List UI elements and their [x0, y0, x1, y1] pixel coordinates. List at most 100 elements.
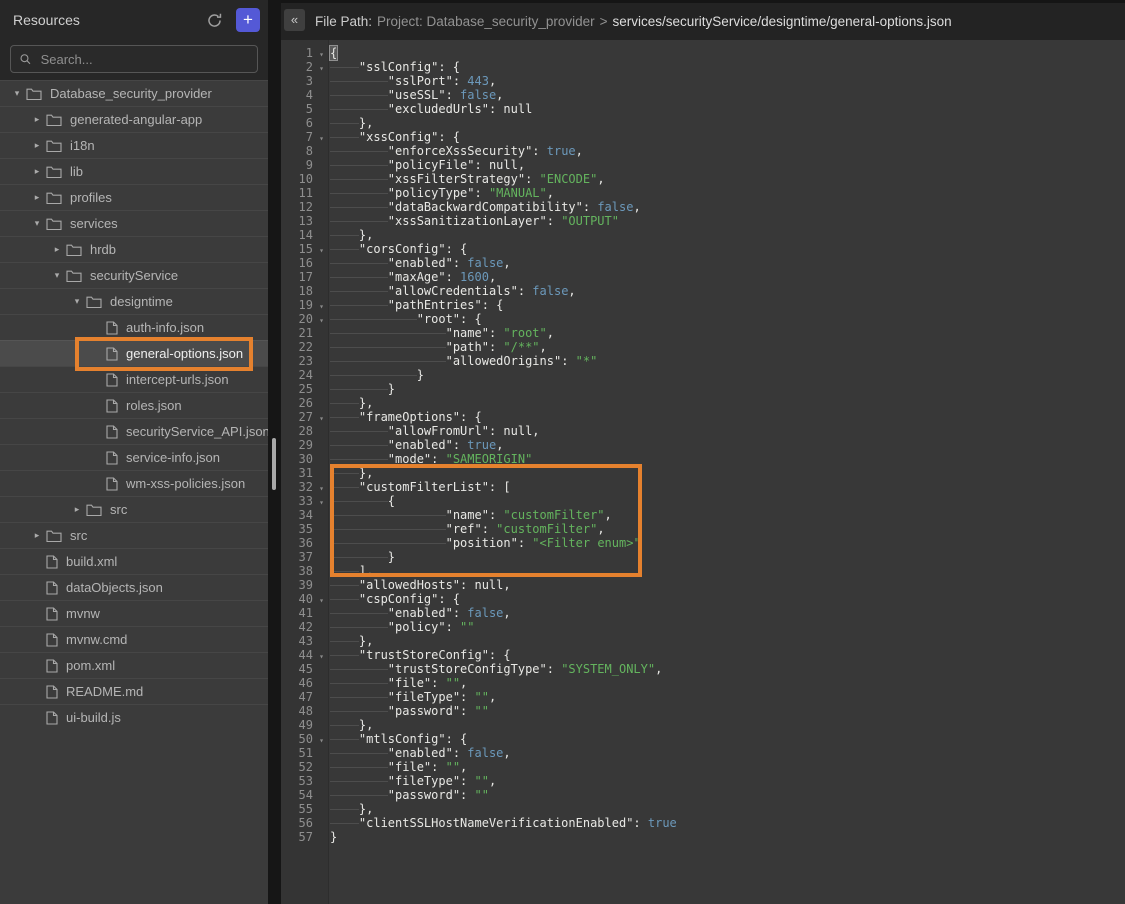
tree-item-profiles[interactable]: ▸profiles	[0, 184, 268, 210]
code-token: "file":	[388, 760, 446, 774]
tree-item-dataobjects-json[interactable]: dataObjects.json	[0, 574, 268, 600]
code-line: 5 "excludedUrls": null	[281, 102, 1125, 116]
chevron-right-icon[interactable]: ▸	[48, 244, 66, 255]
code-token: "fileType":	[388, 774, 475, 788]
tree-item-securityservice-api-json[interactable]: securityService_API.json	[0, 418, 268, 444]
code-token: "cspConfig": {	[359, 592, 460, 606]
indent-guide	[330, 578, 359, 592]
indent-guide	[330, 284, 388, 298]
line-number: 29	[281, 438, 313, 452]
file-icon	[46, 659, 58, 673]
indent-guide	[330, 256, 388, 270]
code-line: 41"enabled": false,	[281, 606, 1125, 620]
file-icon	[106, 373, 118, 387]
tree-item-hrdb[interactable]: ▸hrdb	[0, 236, 268, 262]
code-token: ,	[460, 760, 467, 774]
chevron-right-icon[interactable]: ▸	[28, 114, 46, 125]
code-editor[interactable]: 1▾{2▾"sslConfig": {3"sslPort": 443,4"use…	[281, 40, 1125, 904]
code-line: 57}	[281, 830, 1125, 844]
tree-item-general-options-json[interactable]: general-options.json	[0, 340, 268, 366]
code-token: ,	[655, 662, 662, 676]
tree-item-roles-json[interactable]: roles.json	[0, 392, 268, 418]
code-line: 31},	[281, 466, 1125, 480]
indent-guide	[330, 242, 359, 256]
chevron-down-icon[interactable]: ▾	[28, 218, 46, 229]
add-button[interactable]: +	[236, 8, 260, 32]
tree-item-mvnw[interactable]: mvnw	[0, 600, 268, 626]
code-token: "sslPort":	[388, 74, 467, 88]
file-icon	[106, 347, 118, 361]
folder-icon	[46, 113, 62, 127]
line-number: 31	[281, 466, 313, 480]
tree-item-intercept-urls-json[interactable]: intercept-urls.json	[0, 366, 268, 392]
search-input[interactable]	[39, 51, 249, 68]
code-line: 14},	[281, 228, 1125, 242]
indent-guide	[330, 648, 359, 662]
line-number: 16	[281, 256, 313, 270]
tree-item-label: service-info.json	[126, 450, 220, 465]
chevron-down-icon[interactable]: ▾	[48, 270, 66, 281]
line-number: 2	[281, 60, 313, 74]
code-line: 34"name": "customFilter",	[281, 508, 1125, 522]
tree-item-i18n[interactable]: ▸i18n	[0, 132, 268, 158]
line-number: 7	[281, 130, 313, 144]
tree-item-database-security-provider[interactable]: ▾Database_security_provider	[0, 80, 268, 106]
line-number: 9	[281, 158, 313, 172]
tree-item-src[interactable]: ▸src	[0, 496, 268, 522]
indent-guide	[330, 634, 359, 648]
code-token: }	[417, 368, 424, 382]
tree-item-mvnw-cmd[interactable]: mvnw.cmd	[0, 626, 268, 652]
collapse-panel-button[interactable]: «	[284, 9, 305, 31]
indent-guide	[330, 186, 388, 200]
tree-scrollbar-thumb[interactable]	[272, 438, 276, 490]
tree-item-lib[interactable]: ▸lib	[0, 158, 268, 184]
line-number: 53	[281, 774, 313, 788]
code-token: },	[359, 634, 373, 648]
code-token: "name":	[446, 508, 504, 522]
chevron-right-icon[interactable]: ▸	[28, 530, 46, 541]
chevron-down-icon[interactable]: ▾	[68, 296, 86, 307]
tree-item-generated-angular-app[interactable]: ▸generated-angular-app	[0, 106, 268, 132]
folder-icon	[86, 503, 102, 517]
tree-item-service-info-json[interactable]: service-info.json	[0, 444, 268, 470]
line-number: 42	[281, 620, 313, 634]
code-token: "file":	[388, 676, 446, 690]
code-token: "*"	[576, 354, 598, 368]
file-icon	[46, 685, 58, 699]
tree-item-services[interactable]: ▾services	[0, 210, 268, 236]
tree-item-auth-info-json[interactable]: auth-info.json	[0, 314, 268, 340]
tree-item-designtime[interactable]: ▾designtime	[0, 288, 268, 314]
tree-item-pom-xml[interactable]: pom.xml	[0, 652, 268, 678]
chevron-right-icon[interactable]: ▸	[68, 504, 86, 515]
indent-guide	[330, 382, 388, 396]
code-line: 15▾"corsConfig": {	[281, 242, 1125, 256]
code-token: "customFilter"	[496, 522, 597, 536]
refresh-button[interactable]	[204, 10, 224, 30]
chevron-down-icon[interactable]: ▾	[8, 88, 26, 99]
code-token: ,	[597, 172, 604, 186]
tree-item-readme-md[interactable]: README.md	[0, 678, 268, 704]
tree-item-wm-xss-policies-json[interactable]: wm-xss-policies.json	[0, 470, 268, 496]
code-token: false	[532, 284, 568, 298]
code-line: 28"allowFromUrl": null,	[281, 424, 1125, 438]
chevron-right-icon[interactable]: ▸	[28, 140, 46, 151]
indent-guide	[330, 74, 388, 88]
line-number: 5	[281, 102, 313, 116]
chevron-right-icon[interactable]: ▸	[28, 166, 46, 177]
chevron-right-icon[interactable]: ▸	[28, 192, 46, 203]
indent-guide	[330, 270, 388, 284]
code-token: "excludedUrls": null	[388, 102, 533, 116]
code-line: 38],	[281, 564, 1125, 578]
code-token: "password":	[388, 704, 475, 718]
line-number: 35	[281, 522, 313, 536]
tree-item-build-xml[interactable]: build.xml	[0, 548, 268, 574]
tree-item-securityservice[interactable]: ▾securityService	[0, 262, 268, 288]
code-token: "sslConfig": {	[359, 60, 460, 74]
line-number: 11	[281, 186, 313, 200]
panel-divider[interactable]	[268, 0, 281, 904]
tree-item-src[interactable]: ▸src	[0, 522, 268, 548]
line-number: 32	[281, 480, 313, 494]
code-token: "/**"	[503, 340, 539, 354]
search-box[interactable]	[10, 45, 258, 73]
tree-item-ui-build-js[interactable]: ui-build.js	[0, 704, 268, 730]
